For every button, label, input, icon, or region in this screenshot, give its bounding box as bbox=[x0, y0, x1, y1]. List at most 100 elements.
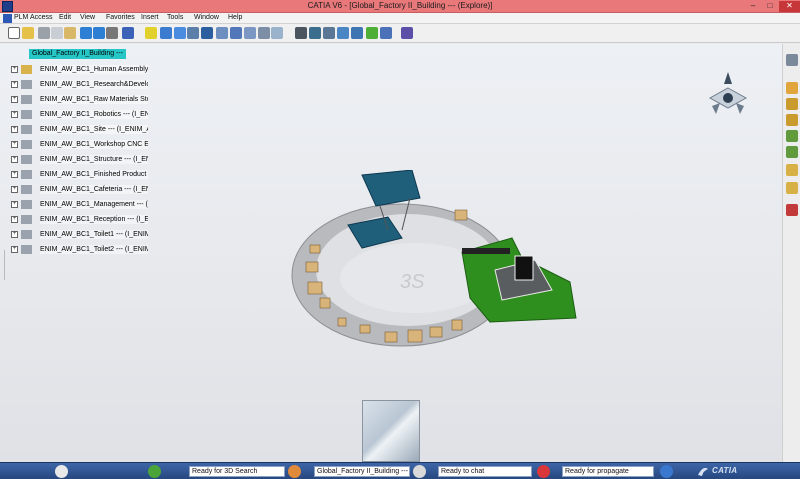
shading-icon[interactable] bbox=[244, 27, 256, 39]
tree-splitter[interactable] bbox=[0, 250, 5, 280]
annotation-icon[interactable] bbox=[786, 146, 798, 158]
compare-icon[interactable] bbox=[351, 27, 363, 39]
expand-icon[interactable]: + bbox=[11, 186, 18, 193]
filter-tool-icon[interactable] bbox=[786, 98, 798, 110]
maximize-button[interactable]: □ bbox=[762, 1, 778, 12]
tree-item-label[interactable]: ENIM_AW_BC1_Site --- (I_ENIM_A\ bbox=[40, 125, 148, 134]
menu-plm-access[interactable]: PLM Access bbox=[14, 14, 53, 21]
menu-favorites[interactable]: Favorites bbox=[106, 14, 135, 21]
select-icon[interactable] bbox=[786, 54, 798, 66]
part-icon bbox=[21, 200, 32, 209]
fire-icon[interactable] bbox=[55, 465, 68, 478]
open-icon[interactable] bbox=[22, 27, 34, 39]
tree-item-label[interactable]: ENIM_AW_BC1_Finished Product S bbox=[40, 170, 148, 179]
propagate-icon[interactable] bbox=[537, 465, 550, 478]
expand-icon[interactable]: + bbox=[11, 81, 18, 88]
tree-item-label[interactable]: ENIM_AW_BC1_Toilet1 --- (I_ENIM bbox=[40, 230, 148, 239]
factory-3d-model[interactable]: 3S bbox=[290, 170, 580, 370]
expand-icon[interactable]: + bbox=[11, 231, 18, 238]
expand-icon[interactable]: + bbox=[11, 141, 18, 148]
rotate-icon[interactable] bbox=[174, 27, 186, 39]
module-unit bbox=[309, 244, 321, 254]
pan-icon[interactable] bbox=[160, 27, 172, 39]
menu-tools[interactable]: Tools bbox=[167, 14, 183, 21]
product-structure-icon[interactable] bbox=[295, 27, 307, 39]
menu-window[interactable]: Window bbox=[194, 14, 219, 21]
folder-icon[interactable] bbox=[786, 182, 798, 194]
part-icon bbox=[21, 215, 32, 224]
tree-item-label[interactable]: ENIM_AW_BC1_Toilet2 --- (I_ENIM bbox=[40, 245, 148, 254]
fit-all-icon[interactable] bbox=[145, 27, 157, 39]
expand-icon[interactable]: + bbox=[11, 66, 18, 73]
menu-help[interactable]: Help bbox=[228, 14, 242, 21]
delete-icon[interactable] bbox=[786, 204, 798, 216]
search-icon[interactable] bbox=[288, 465, 301, 478]
cut-icon[interactable] bbox=[38, 27, 50, 39]
tree-item-label[interactable]: ENIM_AW_BC1_Raw Materials Stoc bbox=[40, 95, 148, 104]
compass-settings-icon[interactable] bbox=[401, 27, 413, 39]
help-icon[interactable] bbox=[122, 27, 134, 39]
hide-show-icon[interactable] bbox=[258, 27, 270, 39]
menu-bar: PLM Access Edit View Favorites Insert To… bbox=[0, 13, 800, 24]
zoom-in-icon[interactable] bbox=[187, 27, 199, 39]
tree-item-label[interactable]: ENIM_AW_BC1_Cafeteria --- (I_EN bbox=[40, 185, 148, 194]
iso-view-icon[interactable] bbox=[230, 27, 242, 39]
multi-view-icon[interactable] bbox=[216, 27, 228, 39]
module-unit bbox=[337, 317, 347, 327]
tree-item-label[interactable]: ENIM_AW_BC1_Robotics --- (I_EN bbox=[40, 110, 148, 119]
filter-tool-icon[interactable] bbox=[786, 114, 798, 126]
tree-item-label[interactable]: ENIM_AW_BC1_Research&Develop bbox=[40, 80, 148, 89]
close-button[interactable]: ✕ bbox=[779, 1, 800, 12]
navigate-icon[interactable] bbox=[323, 27, 335, 39]
info-icon[interactable] bbox=[660, 465, 673, 478]
normal-view-icon[interactable] bbox=[201, 27, 213, 39]
preview-thumbnail[interactable] bbox=[362, 400, 420, 462]
module-unit bbox=[407, 329, 423, 343]
compass-icon[interactable] bbox=[706, 70, 750, 120]
tree-item-label[interactable]: ENIM_AW_BC1_Management --- ( bbox=[40, 200, 148, 209]
expand-icon[interactable]: + bbox=[11, 216, 18, 223]
collaboration-icon[interactable] bbox=[380, 27, 392, 39]
cursor-icon[interactable] bbox=[786, 82, 798, 94]
status-bar: Ready for 3D Search Global_Factory II_Bu… bbox=[0, 462, 800, 479]
new-icon[interactable] bbox=[8, 27, 20, 39]
chat-icon[interactable] bbox=[413, 465, 426, 478]
expand-icon[interactable]: + bbox=[11, 246, 18, 253]
expand-icon[interactable]: + bbox=[11, 111, 18, 118]
redo-icon[interactable] bbox=[93, 27, 105, 39]
search-icon[interactable] bbox=[271, 27, 283, 39]
folder-icon[interactable] bbox=[786, 164, 798, 176]
chat-field[interactable]: Ready to chat bbox=[438, 466, 532, 477]
menu-insert[interactable]: Insert bbox=[141, 14, 159, 21]
expand-icon[interactable]: + bbox=[11, 171, 18, 178]
document-field[interactable]: Global_Factory II_Building --- bbox=[314, 466, 410, 477]
3ds-logo: 3S bbox=[400, 271, 425, 293]
menu-edit[interactable]: Edit bbox=[59, 14, 71, 21]
filter-icon[interactable] bbox=[337, 27, 349, 39]
lifecycle-icon[interactable] bbox=[366, 27, 378, 39]
module-unit bbox=[429, 326, 443, 338]
expand-icon[interactable]: + bbox=[11, 156, 18, 163]
measure-icon[interactable] bbox=[786, 130, 798, 142]
propagate-field[interactable]: Ready for propagate bbox=[562, 466, 654, 477]
copy-icon[interactable] bbox=[51, 27, 63, 39]
whats-this-icon[interactable] bbox=[106, 27, 118, 39]
tree-root-label[interactable]: Global_Factory II_Building --- bbox=[29, 49, 127, 59]
tree-item-label[interactable]: ENIM_AW_BC1_Human Assembly A bbox=[40, 65, 148, 74]
tree-item-label[interactable]: ENIM_AW_BC1_Structure --- (I_EN bbox=[40, 155, 148, 164]
part-icon bbox=[21, 125, 32, 134]
expand-icon[interactable]: + bbox=[11, 201, 18, 208]
windows-start-icon[interactable] bbox=[148, 465, 161, 478]
expand-icon[interactable]: + bbox=[11, 126, 18, 133]
part-icon bbox=[21, 140, 32, 149]
tree-item-label[interactable]: ENIM_AW_BC1_Workshop CNC EN bbox=[40, 140, 148, 149]
explore-icon[interactable] bbox=[309, 27, 321, 39]
paste-icon[interactable] bbox=[64, 27, 76, 39]
3d-search-field[interactable]: Ready for 3D Search bbox=[189, 466, 285, 477]
conveyor bbox=[462, 248, 510, 254]
tree-item-label[interactable]: ENIM_AW_BC1_Reception --- (I_EN bbox=[40, 215, 148, 224]
menu-view[interactable]: View bbox=[80, 14, 95, 21]
expand-icon[interactable]: + bbox=[11, 96, 18, 103]
minimize-button[interactable]: – bbox=[745, 1, 761, 12]
undo-icon[interactable] bbox=[80, 27, 92, 39]
